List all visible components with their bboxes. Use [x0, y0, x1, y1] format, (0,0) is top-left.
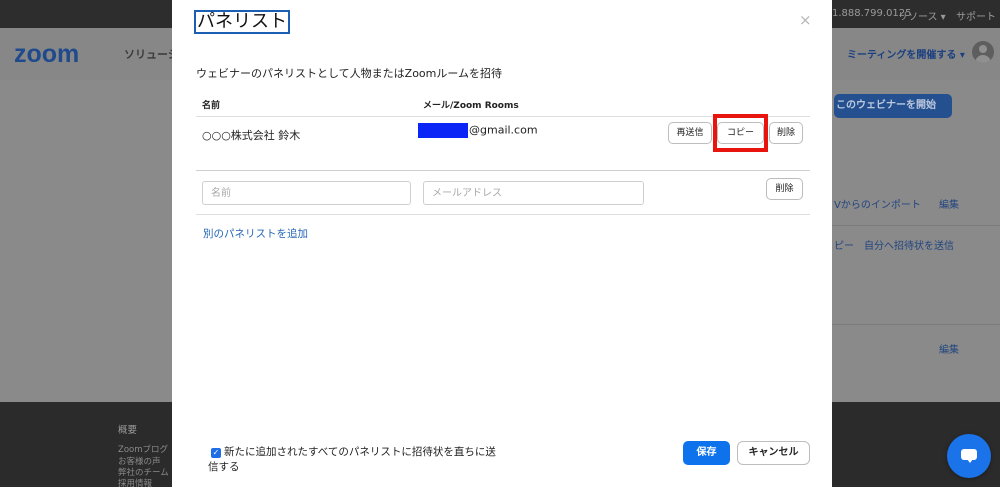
start-webinar-button[interactable]: このウェビナーを開始 [834, 94, 952, 118]
send-invite-self-link[interactable]: ピー 自分へ招待状を送信 [834, 237, 954, 252]
copy-button-highlight [713, 114, 768, 152]
send-invite-checkbox[interactable]: ✓ [211, 448, 221, 458]
column-header-name: 名前 [202, 101, 221, 111]
resend-button[interactable]: 再送信 [668, 122, 712, 144]
column-header-email: メール/Zoom Rooms [423, 101, 519, 111]
send-invite-checkbox-label: 新たに追加されたすべてのパネリストに招待状を直ちに送信する [208, 446, 496, 473]
panelist-email-suffix: @gmail.com [469, 123, 538, 137]
chat-support-button[interactable] [947, 434, 991, 478]
footer-link[interactable]: 採用情報 [118, 477, 152, 487]
footer-heading: 概要 [118, 425, 138, 436]
row-divider [196, 170, 810, 171]
delete-new-row-button[interactable]: 削除 [766, 178, 803, 200]
divider [832, 225, 1000, 226]
delete-button[interactable]: 削除 [769, 122, 803, 144]
panelist-dialog: パネリスト × ウェビナーのパネリストとして人物またはZoomルームを招待 名前… [172, 0, 832, 487]
cancel-button[interactable]: キャンセル [737, 441, 810, 465]
panelist-email: @gmail.com [418, 123, 538, 138]
solutions-nav[interactable]: ソリューシ [124, 46, 179, 62]
panelist-name-input[interactable] [202, 181, 411, 205]
chat-bubble-icon [961, 449, 977, 463]
panelist-name: ○○○株式会社 鈴木 [202, 129, 301, 142]
add-panelist-link[interactable]: 別のパネリストを追加 [203, 226, 308, 241]
avatar[interactable] [972, 41, 994, 63]
resources-menu[interactable]: リソース ▾ [898, 8, 946, 23]
import-link[interactable]: Vからのインポート [834, 196, 921, 211]
close-icon[interactable]: × [799, 11, 812, 29]
support-link[interactable]: サポート [956, 8, 996, 23]
footer-link[interactable]: Zoomブログ [118, 443, 168, 455]
save-button[interactable]: 保存 [683, 441, 730, 465]
dialog-title: パネリスト [194, 10, 290, 34]
row-divider [196, 214, 810, 215]
redaction-block [418, 123, 468, 138]
zoom-logo[interactable]: zoom [14, 40, 79, 69]
edit-link[interactable]: 編集 [939, 341, 959, 356]
panelist-email-input[interactable] [423, 181, 644, 205]
edit-link[interactable]: 編集 [939, 196, 959, 211]
host-meeting-menu[interactable]: ミーティングを開催する ▾ [847, 46, 965, 61]
divider [832, 324, 1000, 325]
dialog-description: ウェビナーのパネリストとして人物またはZoomルームを招待 [196, 67, 503, 80]
